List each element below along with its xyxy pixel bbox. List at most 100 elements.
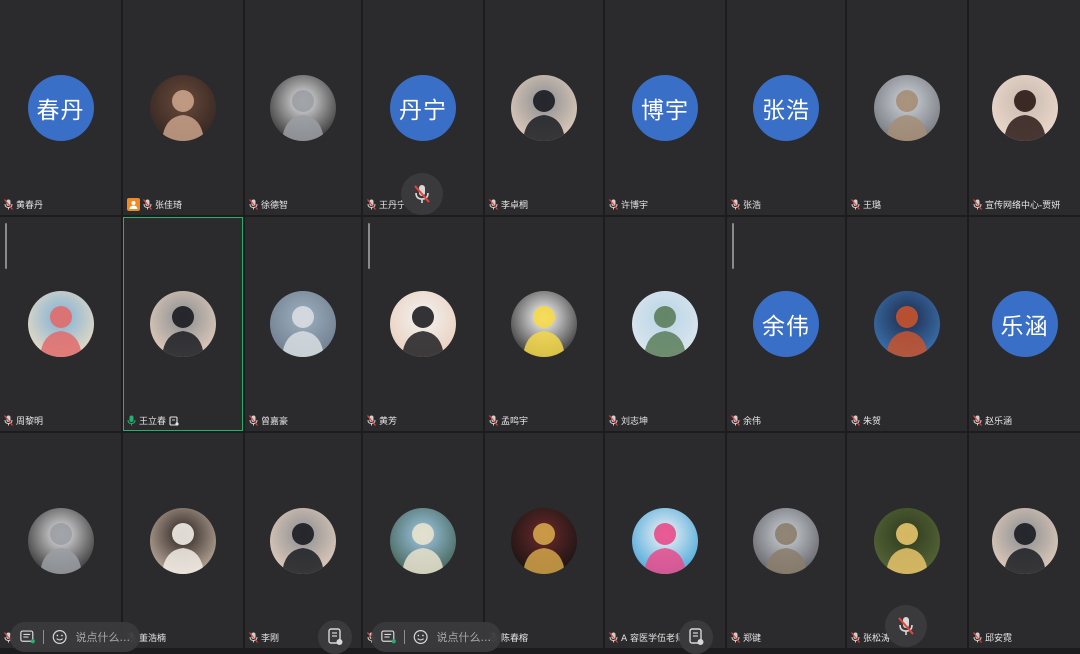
participant-name: 黄芳 [379, 417, 398, 427]
mic-active-icon [127, 415, 136, 426]
participant-tile[interactable]: 王璐 [847, 0, 967, 215]
avatar-photo [390, 507, 456, 574]
participant-tile[interactable]: 朱贺 [847, 217, 967, 431]
avatar-photo [753, 507, 819, 574]
participant-name: 董浩楠 [139, 634, 167, 644]
participant-name: 许博宇 [621, 201, 649, 211]
participant-tile[interactable]: 曾嘉豪 [245, 217, 361, 431]
avatar-photo [150, 291, 216, 357]
chat-list-icon[interactable] [20, 629, 35, 645]
participant-tile[interactable]: 周黎明 [0, 217, 121, 431]
chat-input-placeholder[interactable]: 说点什么... [76, 629, 131, 645]
avatar-photo [150, 507, 216, 574]
emoji-icon[interactable] [52, 628, 67, 646]
mute-toggle-button[interactable] [401, 173, 443, 215]
mic-muted-icon [249, 415, 258, 426]
participant-name: 张佳琦 [155, 201, 183, 211]
participant-tile[interactable]: 宣传网络中心-贾妍 [969, 0, 1080, 215]
participant-tile[interactable]: 陈春榕 [485, 433, 603, 648]
participant-tile[interactable]: 刘志坤 [605, 217, 725, 431]
host-badge-icon [127, 198, 140, 211]
participant-namebar: 刘志坤 [609, 413, 648, 428]
mic-muted-icon [249, 632, 258, 643]
avatar-photo [874, 507, 940, 574]
scroll-indicator [732, 223, 734, 269]
participant-tile[interactable]: 博宇 许博宇 [605, 0, 725, 215]
participant-namebar: 许博宇 [609, 197, 648, 212]
mic-muted-icon [731, 632, 740, 643]
mic-muted-icon [367, 415, 376, 426]
participant-namebar: 张松涛 [851, 630, 890, 645]
participant-name: 周黎明 [16, 417, 44, 427]
participant-tile[interactable]: 张佳琦 [123, 0, 243, 215]
mic-muted-icon [489, 415, 498, 426]
avatar-initials: 春丹 [27, 74, 94, 141]
participant-tile[interactable]: 张浩 张浩 [727, 0, 845, 215]
avatar-photo [270, 291, 336, 357]
participant-namebar: 张浩 [731, 197, 761, 212]
participant-tile[interactable]: 徐德智 [245, 0, 361, 215]
participant-tile[interactable]: 李卓桐 [485, 0, 603, 215]
participant-name: 曾嘉豪 [261, 417, 289, 427]
participant-namebar: 郑键 [731, 630, 761, 645]
participant-tile[interactable]: 孟鸣宇 [485, 217, 603, 431]
mic-muted-icon [609, 632, 618, 643]
scroll-indicator [368, 223, 370, 269]
mic-muted-icon [973, 632, 982, 643]
participant-tile[interactable]: 董浩楠 [123, 433, 243, 648]
avatar-initials: 丹宁 [390, 74, 456, 141]
mic-muted-icon [367, 199, 376, 210]
avatar-initials: 乐涵 [991, 291, 1058, 357]
avatar-photo [874, 74, 940, 141]
avatar-photo [874, 291, 940, 357]
participant-name: 宣传网络中心-贾妍 [985, 201, 1061, 211]
participant-namebar: 李卓桐 [489, 197, 528, 212]
mic-muted-icon [973, 199, 982, 210]
screen-share-icon [169, 415, 179, 426]
participant-namebar: 邱安霓 [973, 630, 1012, 645]
mute-toggle-button-2[interactable] [885, 605, 927, 647]
avatar-photo [511, 507, 577, 574]
participant-namebar: 宣传网络中心-贾妍 [973, 197, 1060, 212]
mic-muted-icon [731, 415, 740, 426]
participant-name: 朱贺 [863, 417, 882, 427]
participant-name: 余伟 [743, 417, 762, 427]
chat-list-icon[interactable] [381, 629, 396, 645]
participant-namebar: 徐德智 [249, 197, 288, 212]
participant-tile[interactable]: 郑键 [727, 433, 845, 648]
mic-muted-icon [851, 632, 860, 643]
participant-tile[interactable]: 余伟 余伟 [727, 217, 845, 431]
notes-button-2[interactable] [679, 620, 713, 654]
mic-off-icon [414, 185, 430, 203]
participant-tile[interactable]: A 容医学伍老师 [605, 433, 725, 648]
participant-name: 邱安霓 [985, 634, 1013, 644]
divider [43, 630, 45, 644]
avatar-photo [150, 74, 216, 141]
participant-tile[interactable]: 乐涵 赵乐涵 [969, 217, 1080, 431]
participant-grid: 春丹 黄春丹 张佳琦 徐德智 丹宁 王丹宁 李卓桐 博宇 许博宇 张浩 张浩 王… [0, 0, 1080, 648]
participant-tile[interactable] [0, 433, 121, 648]
mic-muted-icon [249, 199, 258, 210]
participant-tile[interactable]: 李刚 [245, 433, 361, 648]
notes-button[interactable] [318, 620, 352, 654]
mic-muted-icon [4, 199, 13, 210]
participant-tile[interactable]: 黄芳 [363, 217, 483, 431]
avatar-photo [390, 291, 456, 357]
participant-namebar: 余伟 [731, 413, 761, 428]
mic-muted-icon [851, 199, 860, 210]
participant-tile[interactable]: 王立春 [123, 217, 243, 431]
mic-muted-icon [489, 199, 498, 210]
participant-tile[interactable] [363, 433, 483, 648]
avatar-photo [632, 507, 698, 574]
chat-input-placeholder[interactable]: 说点什么... [437, 629, 492, 645]
emoji-icon[interactable] [413, 628, 428, 646]
divider [404, 630, 406, 644]
mic-muted-icon [973, 415, 982, 426]
participant-namebar: 周黎明 [4, 413, 43, 428]
mic-muted-icon [609, 415, 618, 426]
participant-tile[interactable]: 邱安霓 [969, 433, 1080, 648]
participant-namebar: 孟鸣宇 [489, 413, 528, 428]
avatar-initials: 余伟 [753, 291, 819, 357]
participant-name: 李卓桐 [501, 201, 529, 211]
participant-tile[interactable]: 春丹 黄春丹 [0, 0, 121, 215]
